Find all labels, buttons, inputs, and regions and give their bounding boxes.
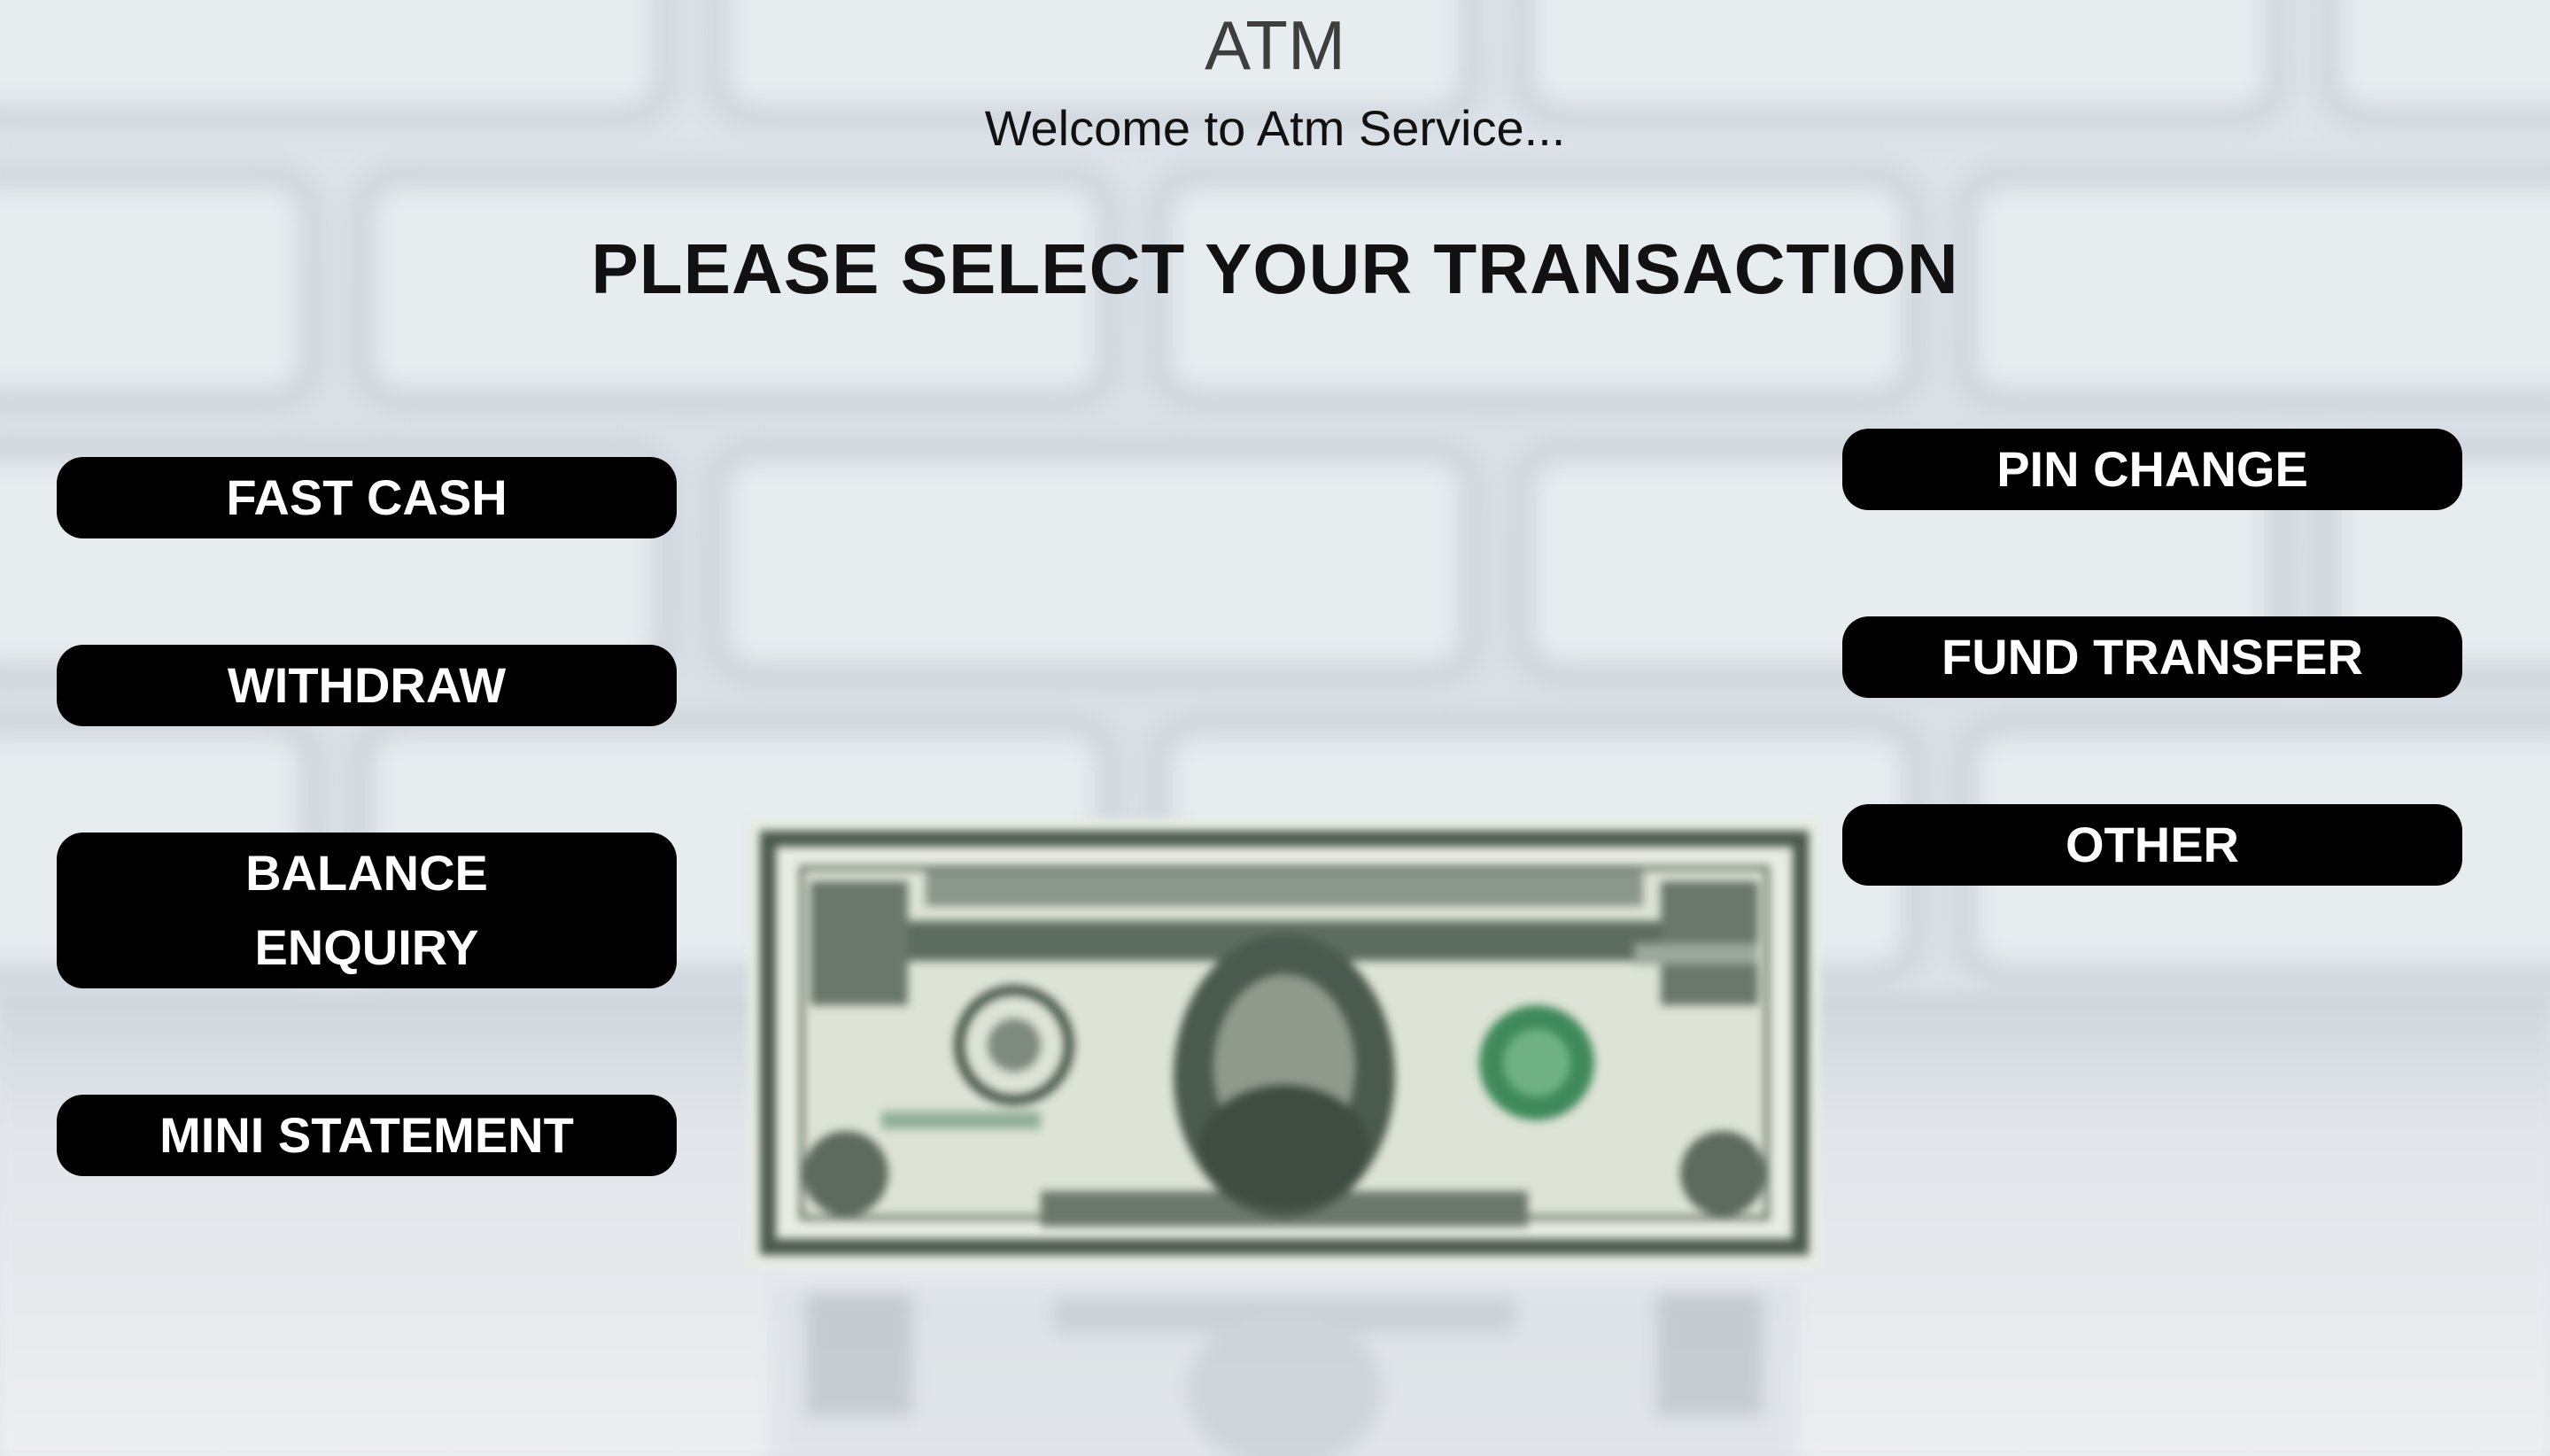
dollar-bill-reflection — [771, 1284, 1798, 1456]
balance-enquiry-label-line2: ENQUIRY — [254, 919, 479, 975]
fund-transfer-label: FUND TRANSFER — [1942, 629, 2363, 685]
withdraw-button[interactable]: WITHDRAW — [57, 645, 677, 726]
transaction-prompt: PLEASE SELECT YOUR TRANSACTION — [591, 229, 1959, 308]
mini-statement-button[interactable]: MINI STATEMENT — [57, 1095, 677, 1176]
fast-cash-label: FAST CASH — [226, 469, 508, 525]
app-title: ATM — [1205, 6, 1345, 84]
pin-change-button[interactable]: PIN CHANGE — [1842, 429, 2462, 510]
welcome-message: Welcome to Atm Service... — [984, 100, 1566, 156]
mini-statement-label: MINI STATEMENT — [159, 1107, 574, 1163]
dollar-bill-image — [748, 819, 1820, 1266]
other-label: OTHER — [2066, 817, 2239, 872]
fast-cash-button[interactable]: FAST CASH — [57, 457, 677, 538]
background-photo — [0, 0, 2550, 1456]
balance-enquiry-button[interactable]: BALANCE ENQUIRY — [57, 833, 677, 988]
balance-enquiry-label-line1: BALANCE — [245, 845, 488, 901]
pin-change-label: PIN CHANGE — [1996, 441, 2308, 497]
other-button[interactable]: OTHER — [1842, 804, 2462, 886]
withdraw-label: WITHDRAW — [227, 657, 507, 713]
fund-transfer-button[interactable]: FUND TRANSFER — [1842, 616, 2462, 698]
